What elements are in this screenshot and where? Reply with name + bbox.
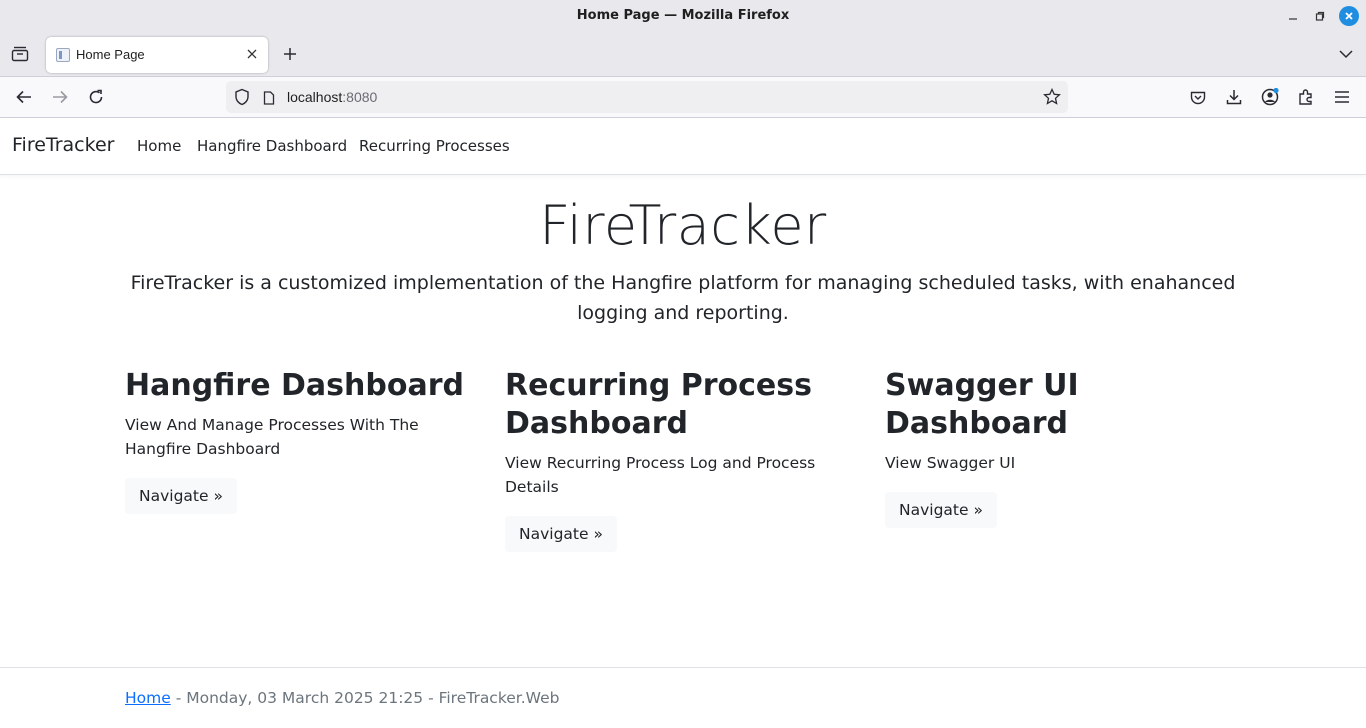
card-title: Recurring Process Dashboard — [505, 368, 812, 441]
shield-icon[interactable] — [234, 88, 250, 110]
hero-title: FireTracker — [539, 194, 827, 257]
footer-home-link[interactable]: Home — [125, 689, 171, 707]
browser-toolbar: localhost:8080 — [0, 77, 1366, 118]
tab-label: Home Page — [76, 47, 145, 62]
navigate-button-swagger[interactable]: Navigate » — [885, 492, 997, 528]
account-icon[interactable] — [1255, 82, 1285, 112]
pocket-icon[interactable] — [1183, 82, 1213, 112]
back-icon[interactable] — [9, 82, 39, 112]
card-recurring-process-dashboard: Recurring Process Dashboard View Recurri… — [505, 367, 857, 552]
card-title: Hangfire Dashboard — [125, 368, 464, 403]
bookmark-star-icon[interactable] — [1043, 87, 1061, 110]
url-text[interactable]: localhost:8080 — [287, 89, 377, 105]
restore-icon[interactable] — [1310, 6, 1330, 26]
site-navbar: FireTracker Home Hangfire Dashboard Recu… — [0, 118, 1366, 175]
navigate-button-recurring[interactable]: Navigate » — [505, 516, 617, 552]
close-tab-icon[interactable] — [244, 46, 260, 62]
reload-icon[interactable] — [81, 82, 111, 112]
new-tab-icon[interactable] — [275, 39, 305, 69]
card-hangfire-dashboard: Hangfire Dashboard View And Manage Proce… — [125, 367, 477, 514]
card-title: Swagger UI Dashboard — [885, 368, 1079, 441]
nav-link-hangfire-dashboard[interactable]: Hangfire Dashboard — [197, 137, 347, 155]
url-bar[interactable]: localhost:8080 — [226, 81, 1068, 113]
footer-info: - Monday, 03 March 2025 21:25 - FireTrac… — [170, 689, 560, 707]
window-title: Home Page — Mozilla Firefox — [576, 8, 790, 23]
nav-link-home[interactable]: Home — [137, 137, 181, 155]
brand-link[interactable]: FireTracker — [12, 134, 114, 156]
card-text: View And Manage Processes With The Hangf… — [125, 416, 419, 458]
menu-icon[interactable] — [1327, 82, 1357, 112]
page-info-icon[interactable] — [263, 90, 275, 109]
downloads-icon[interactable] — [1219, 82, 1249, 112]
close-window-icon[interactable] — [1339, 6, 1359, 26]
tab-home-page[interactable]: Home Page — [46, 37, 268, 73]
forward-icon[interactable] — [45, 82, 75, 112]
window-titlebar: Home Page — Mozilla Firefox — [0, 0, 1366, 33]
footer-text: Home - Monday, 03 March 2025 21:25 - Fir… — [125, 689, 559, 707]
card-swagger-ui-dashboard: Swagger UI Dashboard View Swagger UI Nav… — [885, 367, 1237, 528]
tab-strip: Home Page — [0, 33, 1366, 77]
card-text: View Swagger UI — [885, 454, 1016, 472]
card-text: View Recurring Process Log and Process D… — [505, 454, 816, 496]
extensions-icon[interactable] — [1291, 82, 1321, 112]
hero-lead: FireTracker is a customized implementati… — [130, 272, 1236, 324]
site-footer: Home - Monday, 03 March 2025 21:25 - Fir… — [0, 667, 1366, 728]
nav-link-recurring-processes[interactable]: Recurring Processes — [359, 137, 510, 155]
page-favicon-icon — [56, 48, 70, 62]
firefox-view-icon[interactable] — [5, 39, 35, 69]
navigate-button-hangfire[interactable]: Navigate » — [125, 478, 237, 514]
minimize-icon[interactable] — [1283, 6, 1303, 26]
list-all-tabs-icon[interactable] — [1331, 39, 1361, 69]
